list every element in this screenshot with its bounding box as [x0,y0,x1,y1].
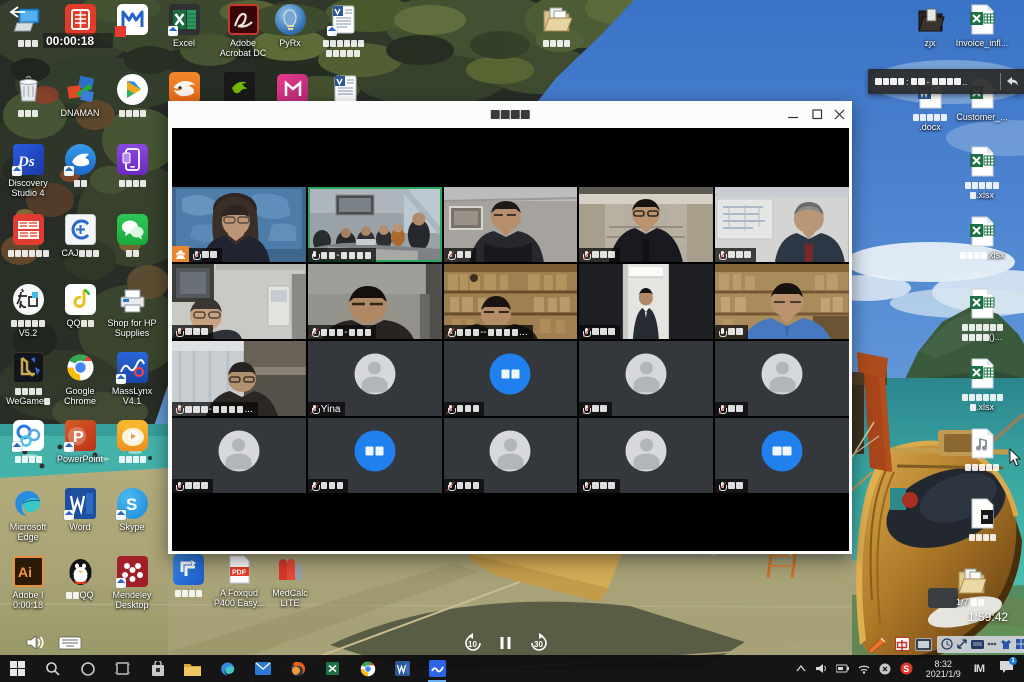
svg-text:P: P [73,429,84,446]
svg-text:30: 30 [534,640,543,649]
svg-text:S: S [903,664,909,674]
svg-text:Ai: Ai [18,564,32,580]
svg-text:PDF: PDF [232,570,247,577]
svg-text:S: S [126,495,137,514]
svg-text:10: 10 [468,640,477,649]
